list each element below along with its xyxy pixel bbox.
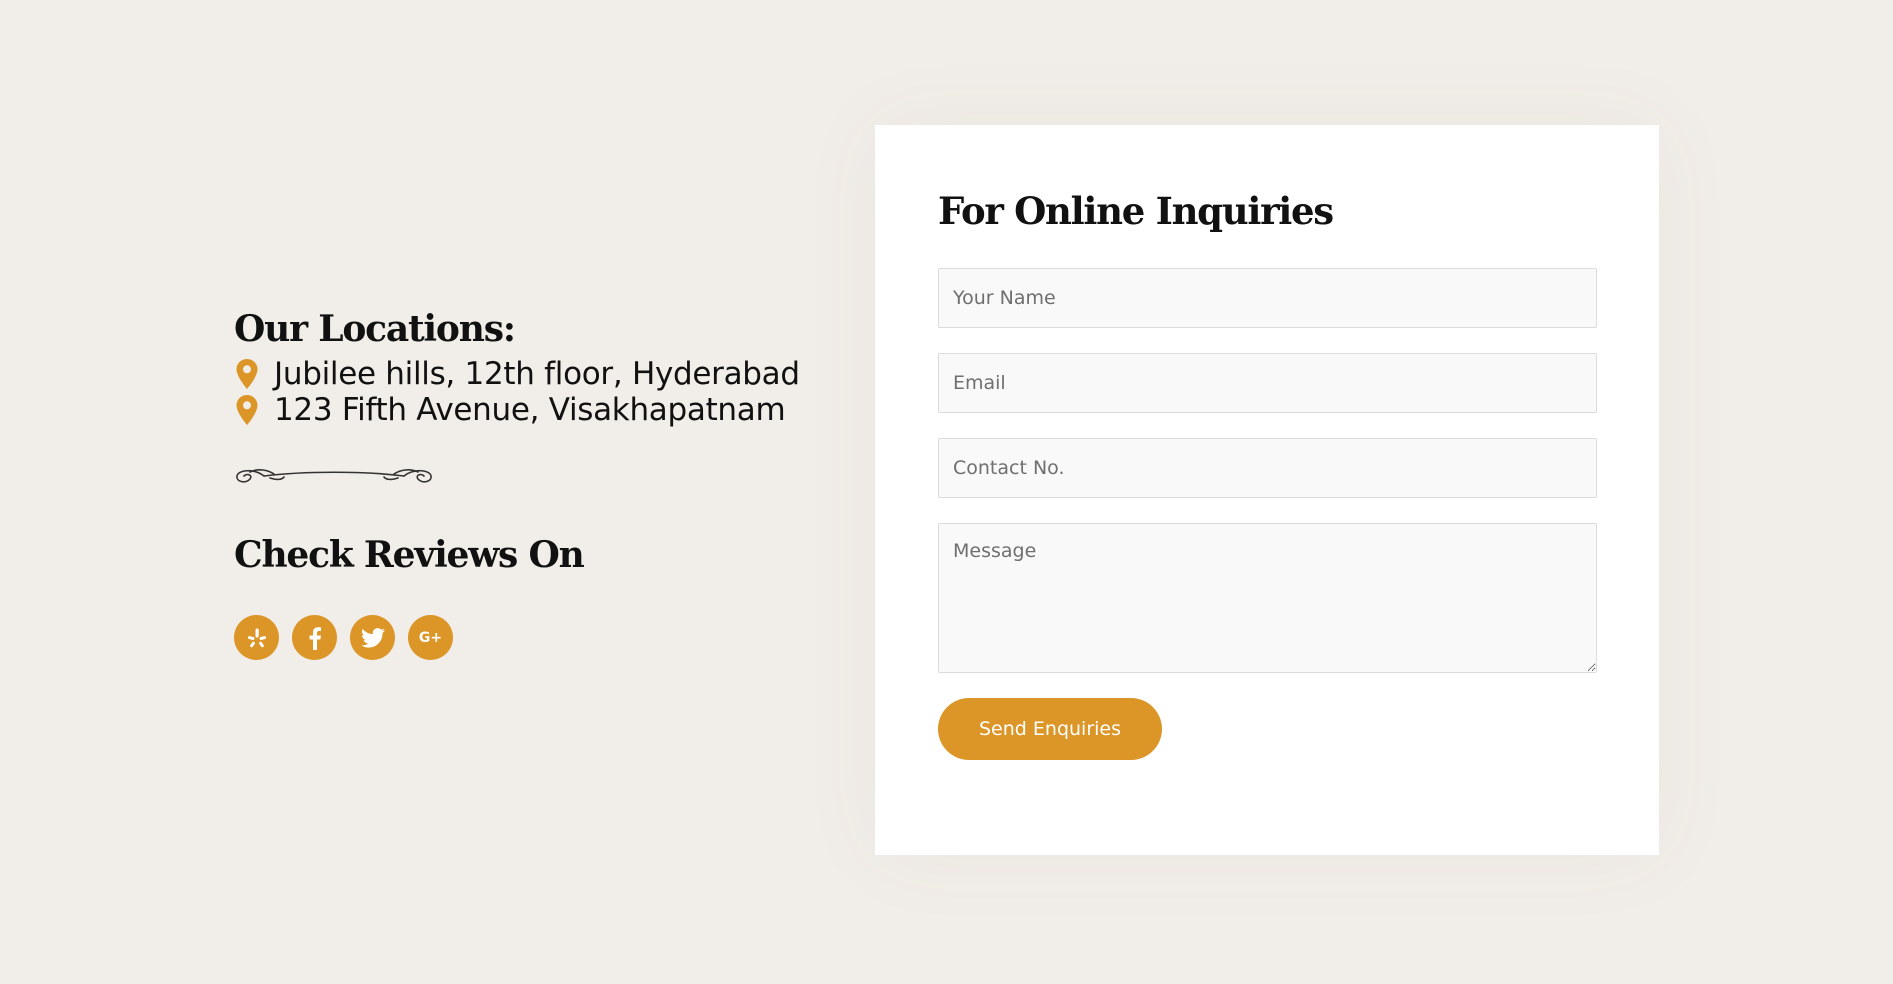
contact-section: Our Locations: Jubilee hills, 12th floor… — [0, 0, 1893, 984]
ornamental-divider-icon — [234, 462, 434, 486]
location-item: Jubilee hills, 12th floor, Hyderabad — [234, 356, 834, 392]
inquiry-form-card: For Online Inquiries Send Enquiries — [875, 125, 1659, 855]
form-title: For Online Inquiries — [938, 189, 1334, 233]
google-plus-icon: G+ — [418, 629, 443, 646]
name-input[interactable] — [938, 268, 1597, 328]
facebook-icon — [308, 626, 322, 650]
locations-panel: Our Locations: Jubilee hills, 12th floor… — [234, 308, 834, 661]
facebook-link[interactable] — [292, 615, 337, 661]
email-input[interactable] — [938, 353, 1597, 413]
review-links: G+ — [234, 615, 834, 661]
location-address: Jubilee hills, 12th floor, Hyderabad — [274, 355, 800, 392]
twitter-link[interactable] — [350, 615, 395, 661]
google-plus-link[interactable]: G+ — [408, 615, 453, 661]
send-enquiries-button[interactable]: Send Enquiries — [938, 698, 1162, 760]
yelp-link[interactable] — [234, 615, 279, 661]
contact-number-input[interactable] — [938, 438, 1597, 498]
message-textarea[interactable] — [938, 523, 1597, 673]
map-pin-icon — [234, 358, 260, 390]
twitter-icon — [360, 627, 385, 648]
reviews-title: Check Reviews On — [234, 533, 585, 576]
map-pin-icon — [234, 394, 260, 426]
location-item: 123 Fifth Avenue, Visakhapatnam — [234, 392, 834, 428]
location-list: Jubilee hills, 12th floor, Hyderabad 123… — [234, 356, 834, 428]
yelp-icon — [246, 627, 268, 649]
location-address: 123 Fifth Avenue, Visakhapatnam — [274, 391, 786, 428]
locations-title: Our Locations: — [234, 308, 516, 350]
